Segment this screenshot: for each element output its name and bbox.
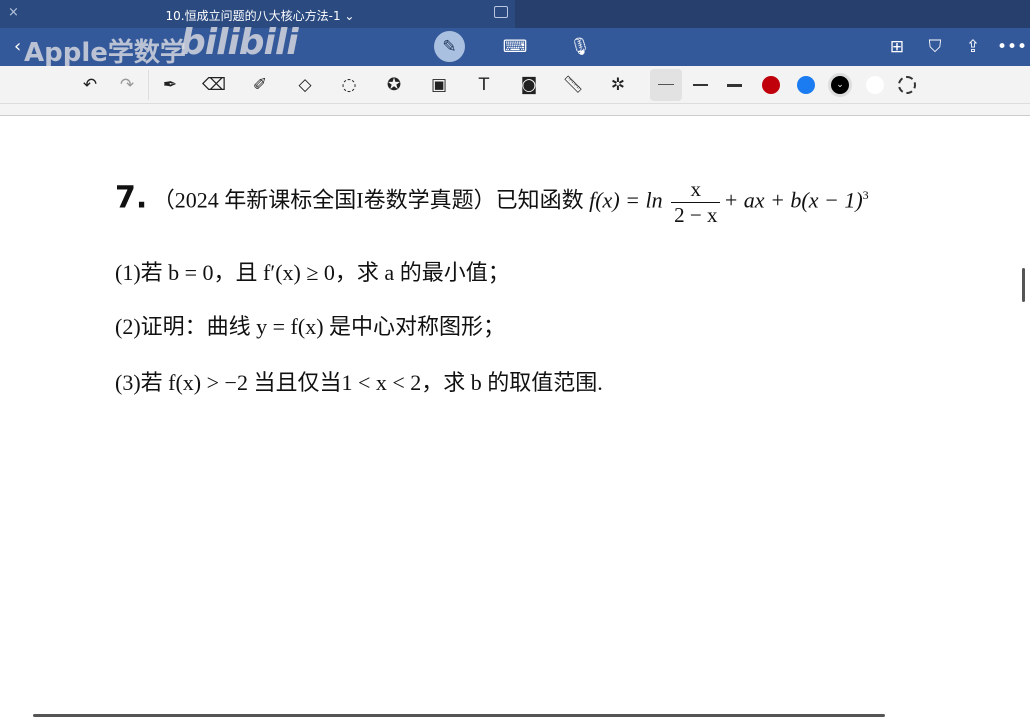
more-icon[interactable]: ••• <box>997 37 1027 57</box>
stroke-medium-button[interactable] <box>693 84 708 86</box>
color-blue-swatch[interactable] <box>797 76 815 94</box>
shapes-icon[interactable]: ◇ <box>294 74 316 96</box>
stroke-thin-button[interactable] <box>650 69 682 101</box>
microphone-icon[interactable]: 🎙︎ <box>569 37 591 57</box>
exponent: 3 <box>862 188 869 203</box>
question-2: (2)证明：曲线 y = f(x) 是中心对称图形； <box>115 314 506 339</box>
pen-icon[interactable]: ✒ <box>159 74 181 96</box>
redo-icon[interactable]: ↷ <box>116 74 138 96</box>
eraser-icon[interactable]: ⌫ <box>202 74 226 96</box>
image-icon[interactable]: ▣ <box>428 74 450 96</box>
problem-intro: （2024 年新课标全国I卷数学真题）已知函数 <box>152 187 590 213</box>
horizontal-scrollbar[interactable] <box>33 714 885 717</box>
ruler-icon[interactable]: 📏︎ <box>562 74 584 96</box>
text-box-icon[interactable]: T <box>473 74 495 96</box>
split-view-icon[interactable] <box>494 6 508 18</box>
undo-icon[interactable]: ↶ <box>79 74 101 96</box>
back-icon[interactable]: ‹ <box>14 36 21 57</box>
function-tail: + ax + b(x − 1) <box>723 187 863 213</box>
question-3: (3)若 f(x) > −2 当且仅当1 < x < 2，求 b 的取值范围. <box>115 370 603 395</box>
color-red-swatch[interactable] <box>762 76 780 94</box>
bilibili-logo: bilibili <box>180 22 299 63</box>
pencil-mode-icon[interactable]: ✎ <box>434 31 465 62</box>
problem-number: 7. <box>115 180 148 216</box>
vertical-scrollbar[interactable] <box>1022 268 1025 302</box>
bookmark-icon[interactable]: ⛉ <box>925 37 945 57</box>
divider <box>148 70 149 100</box>
sticker-icon[interactable]: ✪ <box>383 74 405 96</box>
add-page-icon[interactable]: ⊞ <box>887 37 907 57</box>
lasso-icon[interactable]: ◌ <box>338 74 360 96</box>
camera-icon[interactable]: ◙ <box>518 74 540 96</box>
document-page: 7. （2024 年新课标全国I卷数学真题）已知函数 f(x) = ln x2 … <box>0 117 1030 720</box>
problem-statement: 7. （2024 年新课标全国I卷数学真题）已知函数 f(x) = ln x2 … <box>115 177 869 228</box>
color-black-swatch[interactable]: ⌄ <box>831 76 849 94</box>
stroke-thick-button[interactable] <box>727 84 742 87</box>
custom-color-icon[interactable] <box>898 76 916 94</box>
drawing-toolbar: ↶ ↷ ✒ ⌫ ✐ ◇ ◌ ✪ ▣ T ◙ 📏︎ ✲ ⌄ <box>0 66 1030 104</box>
nav-bar: ‹ Apple学数学 bilibili ✎ ⌨ 🎙︎ ⊞ ⛉ ⇪ ••• <box>0 22 1030 68</box>
title-bar-right <box>515 0 1030 28</box>
title-bar: × 10.恒成立问题的八大核心方法-1 ⌄ <box>0 0 1030 28</box>
highlighter-icon[interactable]: ✐ <box>249 74 271 96</box>
share-icon[interactable]: ⇪ <box>963 37 983 57</box>
numerator: x <box>671 177 721 203</box>
denominator: 2 − x <box>674 203 718 227</box>
laser-pointer-icon[interactable]: ✲ <box>607 74 629 96</box>
function-def: f(x) = ln <box>589 187 663 213</box>
fraction: x2 − x <box>671 177 721 228</box>
question-1: (1)若 b = 0，且 f′(x) ≥ 0，求 a 的最小值； <box>115 260 510 285</box>
keyboard-icon[interactable]: ⌨ <box>503 37 528 57</box>
watermark: Apple学数学 <box>24 38 186 68</box>
color-white-swatch[interactable] <box>866 76 884 94</box>
page-gap <box>0 104 1030 116</box>
